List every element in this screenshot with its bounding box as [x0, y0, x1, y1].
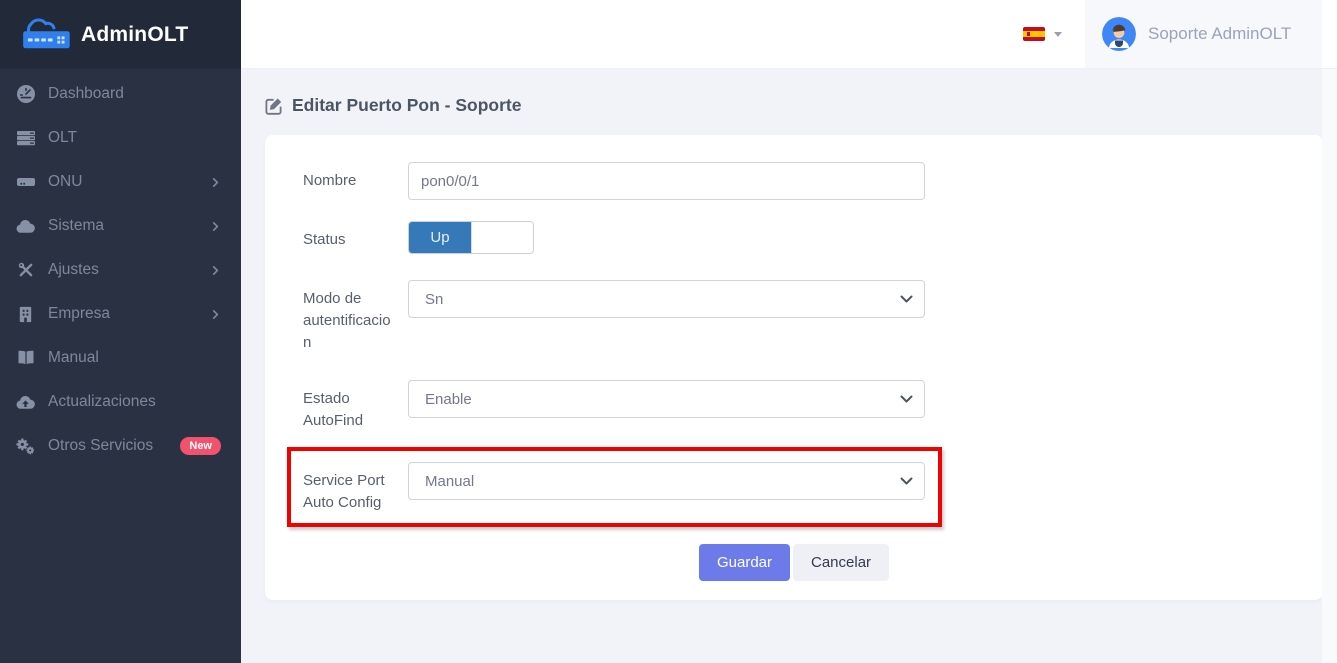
- gears-icon: [15, 436, 36, 457]
- building-icon: [15, 304, 36, 325]
- auth-mode-selected-value: Sn: [425, 291, 443, 308]
- service-port-row: Service Port Auto Config Manual: [303, 462, 926, 514]
- service-port-select[interactable]: Manual: [408, 462, 925, 500]
- status-row: Status Up: [303, 221, 1285, 254]
- book-icon: [15, 348, 36, 369]
- device-icon: [15, 172, 36, 193]
- sidebar-item-empresa[interactable]: Empresa: [0, 292, 241, 336]
- user-name: Soporte AdminOLT: [1148, 24, 1291, 44]
- service-port-label: Service Port Auto Config: [303, 462, 393, 514]
- sidebar-item-otros-servicios[interactable]: Otros Servicios New: [0, 424, 241, 468]
- brand-logo[interactable]: AdminOLT: [0, 0, 241, 69]
- gauge-icon: [15, 84, 36, 105]
- user-menu[interactable]: Soporte AdminOLT: [1085, 0, 1322, 68]
- chevron-right-icon: [210, 309, 221, 320]
- cloud-icon: [15, 216, 36, 237]
- menu-toggle-button[interactable]: [283, 32, 287, 36]
- sidebar-item-label: Sistema: [48, 217, 210, 235]
- page-title-row: Editar Puerto Pon - Soporte: [265, 95, 1322, 116]
- status-toggle[interactable]: Up: [408, 221, 534, 254]
- navbar-right: Soporte AdminOLT: [1000, 0, 1337, 68]
- nombre-row: Nombre: [303, 162, 1285, 200]
- chevron-right-icon: [210, 265, 221, 276]
- autofind-select[interactable]: Enable: [408, 380, 925, 418]
- autofind-label: Estado AutoFind: [303, 380, 393, 432]
- server-icon: [15, 128, 36, 149]
- language-selector[interactable]: [1000, 0, 1085, 68]
- cloud-upload-icon: [15, 392, 36, 413]
- sidebar-item-label: ONU: [48, 173, 210, 191]
- sidebar-item-label: Empresa: [48, 305, 210, 323]
- auth-mode-row: Modo de autentificacion Sn: [303, 280, 1285, 354]
- sidebar-item-label: Otros Servicios: [48, 437, 178, 455]
- nombre-input[interactable]: [408, 162, 925, 200]
- sidebar-menu: Dashboard OLT ONU Sistema: [0, 69, 241, 468]
- brand-name: AdminOLT: [81, 23, 188, 47]
- chevron-right-icon: [210, 177, 221, 188]
- autofind-selected-value: Enable: [425, 391, 472, 408]
- cloud-switch-logo-icon: [16, 16, 74, 54]
- sidebar: AdminOLT Dashboard OLT ONU: [0, 0, 241, 663]
- caret-down-icon: [1054, 32, 1062, 37]
- sidebar-item-label: Manual: [48, 349, 221, 367]
- status-toggle-handle: [471, 222, 533, 253]
- sidebar-item-olt[interactable]: OLT: [0, 116, 241, 160]
- sidebar-item-dashboard[interactable]: Dashboard: [0, 72, 241, 116]
- tools-icon: [15, 260, 36, 281]
- nombre-label: Nombre: [303, 162, 393, 192]
- sidebar-item-ajustes[interactable]: Ajustes: [0, 248, 241, 292]
- cancel-button[interactable]: Cancelar: [793, 544, 889, 581]
- avatar: [1102, 17, 1136, 51]
- spain-flag-icon: [1023, 27, 1045, 41]
- save-button[interactable]: Guardar: [699, 544, 790, 581]
- autofind-row: Estado AutoFind Enable: [303, 380, 1285, 432]
- scrollbar-track[interactable]: [1322, 69, 1337, 663]
- form-card: Nombre Status Up Modo de autentificacion…: [265, 135, 1323, 600]
- form-actions: Guardar Cancelar: [303, 544, 1285, 581]
- sidebar-item-actualizaciones[interactable]: Actualizaciones: [0, 380, 241, 424]
- sidebar-item-label: OLT: [48, 129, 221, 147]
- sidebar-item-label: Ajustes: [48, 261, 210, 279]
- edit-icon: [265, 97, 283, 115]
- sidebar-item-label: Dashboard: [48, 85, 221, 103]
- chevron-down-icon: [900, 295, 913, 303]
- sidebar-item-onu[interactable]: ONU: [0, 160, 241, 204]
- sidebar-item-label: Actualizaciones: [48, 393, 221, 411]
- status-toggle-on-label: Up: [409, 222, 471, 253]
- new-badge: New: [180, 437, 221, 455]
- sidebar-item-manual[interactable]: Manual: [0, 336, 241, 380]
- auth-mode-label: Modo de autentificacion: [303, 280, 393, 354]
- main-content: Editar Puerto Pon - Soporte Nombre Statu…: [241, 69, 1337, 663]
- chevron-right-icon: [210, 221, 221, 232]
- status-label: Status: [303, 221, 393, 251]
- chevron-down-icon: [900, 477, 913, 485]
- auth-mode-select[interactable]: Sn: [408, 280, 925, 318]
- top-navbar: Soporte AdminOLT: [241, 0, 1337, 69]
- sidebar-item-sistema[interactable]: Sistema: [0, 204, 241, 248]
- chevron-down-icon: [900, 395, 913, 403]
- highlighted-region: Service Port Auto Config Manual: [287, 447, 942, 527]
- service-port-selected-value: Manual: [425, 473, 474, 490]
- page-title: Editar Puerto Pon - Soporte: [292, 95, 521, 116]
